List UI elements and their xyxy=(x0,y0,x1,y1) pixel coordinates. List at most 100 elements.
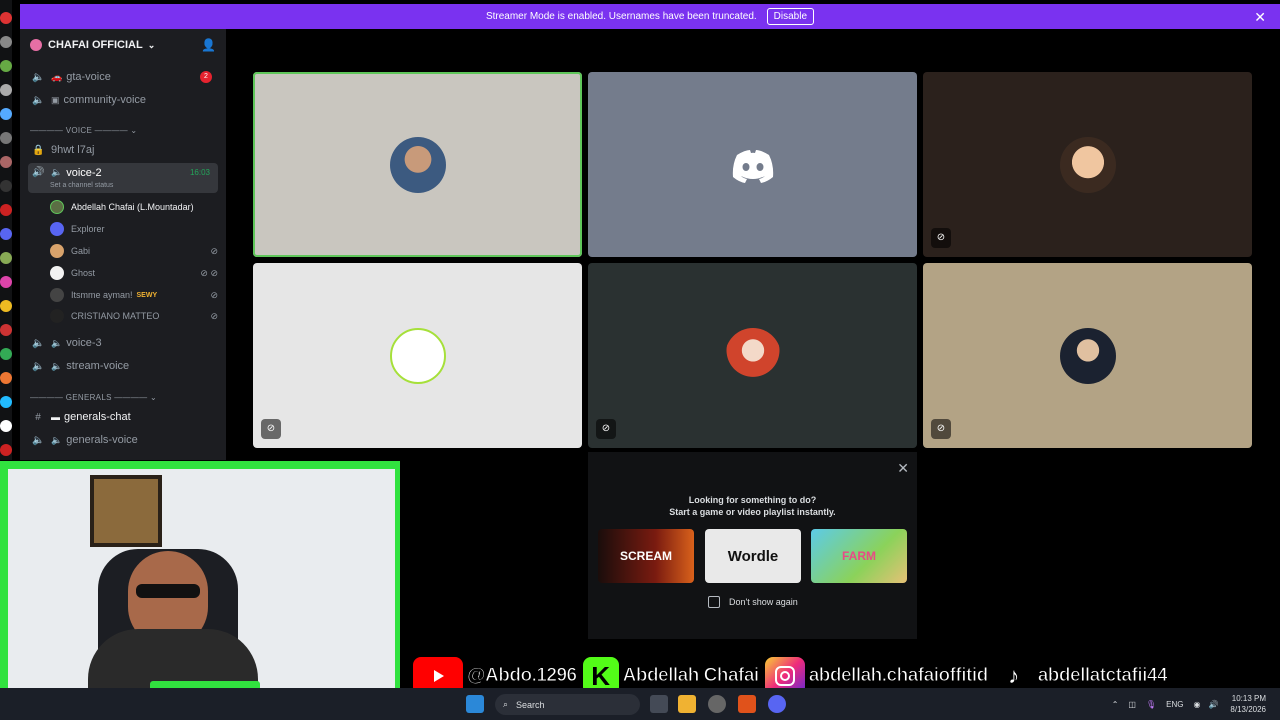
participant-tile[interactable]: ⊘ xyxy=(253,263,582,448)
search-label: Search xyxy=(516,699,545,710)
voice-member[interactable]: Explorer xyxy=(50,219,220,239)
volume-icon[interactable]: 🔊 xyxy=(1208,700,1218,709)
voice-member[interactable]: Abdellah Chafai (L.Mountadar) xyxy=(50,197,220,217)
clock[interactable]: 10:13 PM 8/13/2026 xyxy=(1230,693,1266,715)
category-voice[interactable]: ———— VOICE ———— ⌄ xyxy=(30,126,137,135)
server-icon[interactable] xyxy=(0,252,12,264)
channel-gta-voice[interactable]: 🔈 🚗 gta-voice 2 xyxy=(28,67,218,87)
channel-locked[interactable]: 🔒 9hwt l7aj xyxy=(28,140,218,160)
cube-icon: ▣ xyxy=(51,94,60,105)
channel-label: generals-chat xyxy=(64,411,131,423)
server-icon[interactable] xyxy=(0,372,12,384)
mic-icon[interactable]: 🎙 xyxy=(1146,700,1156,709)
channel-sidebar: CHAFAI OFFICIAL ⌄ 👤 🔈 🚗 gta-voice 2 🔈 ▣ … xyxy=(20,29,226,460)
participant-tile[interactable]: ⊘ xyxy=(588,263,917,448)
channel-generals-voice[interactable]: 🔈 🔈 generals-voice xyxy=(28,430,218,450)
channel-label: voice-2 xyxy=(66,167,102,179)
search-icon: ⌕ xyxy=(503,699,509,709)
server-rail xyxy=(0,0,12,460)
channel-label: 9hwt l7aj xyxy=(51,144,95,156)
member-name: Explorer xyxy=(71,224,105,234)
voice-member[interactable]: Ghost ⊘ ⊘ xyxy=(50,263,220,283)
wifi-icon[interactable]: ◉ xyxy=(1193,700,1200,709)
avatar xyxy=(724,327,781,384)
channel-voice-2[interactable]: 🔊 🔈 voice-2 16:03 Set a channel status xyxy=(28,163,218,193)
participant-tile[interactable] xyxy=(253,72,582,257)
speaker-icon: 🔈 xyxy=(51,167,63,177)
participant-tile[interactable] xyxy=(588,72,917,257)
server-name: CHAFAI OFFICIAL xyxy=(48,39,143,51)
voice-member[interactable]: Gabi ⊘ xyxy=(50,241,220,261)
channel-label: generals-voice xyxy=(66,434,138,446)
channel-label: voice-3 xyxy=(66,337,102,349)
clock-time: 10:13 PM xyxy=(1231,694,1266,703)
participant-tile[interactable]: ⊘ xyxy=(923,72,1252,257)
hashtag-icon: # xyxy=(35,411,41,423)
voice-member[interactable]: CRISTIANO MATTEO ⊘ xyxy=(50,306,220,326)
tiktok-handle: abdellatctafii44 xyxy=(1037,665,1168,687)
server-icon[interactable] xyxy=(0,300,12,312)
server-icon[interactable] xyxy=(0,84,12,96)
avatar xyxy=(1059,327,1116,384)
server-icon[interactable] xyxy=(0,132,12,144)
channel-community-voice[interactable]: 🔈 ▣ community-voice xyxy=(28,90,218,110)
game-title: SCREAM xyxy=(619,549,672,563)
server-header[interactable]: CHAFAI OFFICIAL ⌄ 👤 xyxy=(20,29,226,61)
category-generals[interactable]: ———— GENERALS ———— ⌄ xyxy=(30,393,157,402)
add-member-icon[interactable]: 👤 xyxy=(201,38,216,52)
lion-painting xyxy=(90,475,162,547)
speaker-icon: 🔈 xyxy=(32,94,45,106)
mic-muted-icon: ⊘ xyxy=(210,245,218,256)
activity-farm-valley[interactable]: FARM xyxy=(811,529,907,583)
language-indicator[interactable]: ENG xyxy=(1166,700,1183,709)
close-icon[interactable]: ✕ xyxy=(1254,9,1266,26)
server-icon[interactable] xyxy=(0,36,12,48)
lock-icon: 🔒 xyxy=(32,144,45,156)
server-icon[interactable] xyxy=(0,60,12,72)
clock-date: 8/13/2026 xyxy=(1230,705,1266,714)
chrome-icon[interactable] xyxy=(708,695,726,713)
gun-icon: ▬ xyxy=(51,412,60,422)
channel-generals-chat[interactable]: # ▬ generals-chat xyxy=(28,407,218,427)
activity-scream[interactable]: SCREAM xyxy=(598,529,694,583)
participant-tile[interactable]: ⊘ xyxy=(923,263,1252,448)
brave-icon[interactable] xyxy=(738,695,756,713)
channel-status[interactable]: Set a channel status xyxy=(50,182,113,189)
server-icon[interactable] xyxy=(0,228,12,240)
server-icon[interactable] xyxy=(0,276,12,288)
server-icon[interactable] xyxy=(0,348,12,360)
mic-muted-icon: ⊘ xyxy=(931,228,951,248)
task-view-icon[interactable] xyxy=(650,695,668,713)
chevron-up-icon[interactable]: ⌃ xyxy=(1112,700,1119,709)
windows-start-icon[interactable] xyxy=(466,695,484,713)
speaker-active-icon: 🔊 xyxy=(32,167,45,178)
dont-show-again[interactable]: Don't show again xyxy=(708,596,798,608)
activity-subtitle: Start a game or video playlist instantly… xyxy=(669,507,836,517)
file-explorer-icon[interactable] xyxy=(678,695,696,713)
search-box[interactable]: ⌕ Search xyxy=(495,694,640,715)
server-icon[interactable] xyxy=(0,396,12,408)
server-icon[interactable] xyxy=(0,12,12,24)
checkbox[interactable] xyxy=(708,596,720,608)
server-icon[interactable] xyxy=(0,420,12,432)
server-icon[interactable] xyxy=(0,444,12,456)
discord-logo-icon xyxy=(732,149,773,183)
avatar xyxy=(389,136,446,193)
network-icon[interactable]: ◫ xyxy=(1128,700,1136,709)
deafened-icon: ⊘ ⊘ xyxy=(200,267,218,278)
discord-icon[interactable] xyxy=(768,695,786,713)
server-icon[interactable] xyxy=(0,156,12,168)
channel-stream-voice[interactable]: 🔈 🔈 stream-voice xyxy=(28,356,218,376)
avatar xyxy=(50,288,64,302)
server-icon[interactable] xyxy=(0,324,12,336)
channel-voice-3[interactable]: 🔈 🔈 voice-3 xyxy=(28,333,218,353)
server-icon[interactable] xyxy=(0,204,12,216)
voice-member[interactable]: Itsmme ayman! SEWY ⊘ xyxy=(50,285,220,305)
server-icon[interactable] xyxy=(0,180,12,192)
channel-label: gta-voice xyxy=(66,71,111,83)
disable-button[interactable]: Disable xyxy=(766,8,815,25)
kick-handle: Abdellah Chafai xyxy=(622,665,760,687)
close-icon[interactable]: ✕ xyxy=(897,460,909,477)
activity-wordle[interactable]: Wordle xyxy=(705,529,801,583)
server-icon[interactable] xyxy=(0,108,12,120)
